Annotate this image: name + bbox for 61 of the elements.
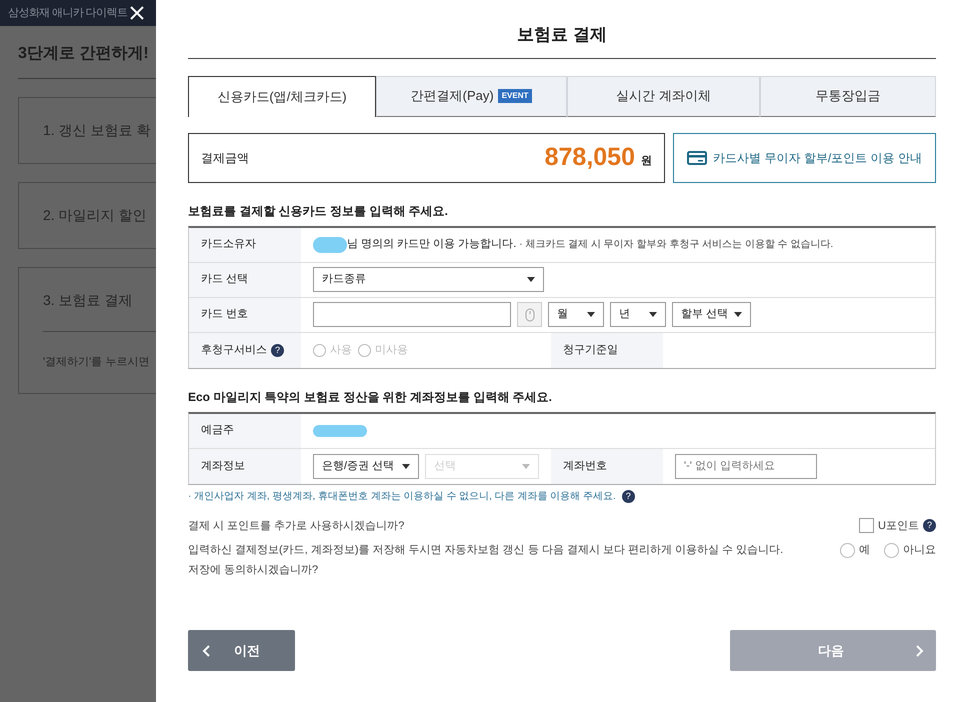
close-icon[interactable] <box>129 5 146 21</box>
field-label: 후청구서비스 <box>201 342 267 358</box>
payment-tab[interactable]: 신용카드(앱/체크카드) <box>188 76 376 116</box>
payment-tab[interactable]: 실시간 계좌이체 <box>567 76 760 116</box>
u-point-option[interactable]: U포인트 <box>859 518 919 534</box>
site-title: 삼성화재 애니카 다이렉트 <box>8 6 128 21</box>
checkbox[interactable] <box>859 518 874 534</box>
step-title: 3. 보험료 결제 <box>43 292 132 308</box>
month-dropdown[interactable]: 월 <box>548 302 604 327</box>
caret-icon <box>649 312 657 317</box>
field-label: 카드 번호 <box>201 307 248 322</box>
installment-info-button[interactable]: 카드사별 무이자 할부/포인트 이용 안내 <box>673 132 936 182</box>
section-heading: 보험료를 결제할 신용카드 정보를 입력해 주세요. <box>188 202 450 220</box>
card-number-input[interactable] <box>313 302 511 327</box>
points-question: 결제 시 포인트를 추가로 사용하시겠습니까? <box>188 518 404 534</box>
radio-button[interactable] <box>840 542 855 558</box>
caret-icon <box>522 464 530 468</box>
currency-unit: 원 <box>641 154 652 170</box>
field-label: 계좌정보 <box>201 458 245 474</box>
step-title: 2. 마일리지 할인 <box>43 207 146 223</box>
radio-option[interactable]: 예 <box>840 542 870 558</box>
card-type-dropdown[interactable]: 카드종류 <box>313 267 544 292</box>
owner-note: · 체크카드 결제 시 무이자 할부와 후청구 서비스는 이용할 수 없습니다. <box>519 238 834 252</box>
consent-question: 저장에 동의하시겠습니까? <box>188 562 320 578</box>
amount-value: 878,050 <box>544 142 635 173</box>
payment-tab[interactable]: 간편결제(Pay) EVENT <box>376 76 567 116</box>
bank-dropdown[interactable]: 은행/증권 선택 <box>313 454 419 478</box>
field-label: 카드 선택 <box>201 272 248 288</box>
help-icon: ? <box>271 344 284 356</box>
account-number-input[interactable]: '-' 없이 입력하세요 <box>675 454 817 478</box>
help-icon: ? <box>923 519 936 532</box>
event-badge: EVENT <box>498 89 532 103</box>
redaction-mark <box>313 424 367 436</box>
card-icon <box>687 150 708 164</box>
redaction-mark <box>313 236 347 252</box>
field-label: 카드소유자 <box>201 237 256 252</box>
modal-title: 보험료 결제 <box>188 22 936 58</box>
installment-dropdown[interactable]: 할부 선택 <box>672 302 752 327</box>
owner-text: 님 명의의 카드만 이용 가능합니다. <box>347 237 516 252</box>
section-heading: Eco 마일리지 특약의 보험료 정산을 위한 계좌정보를 입력해 주세요. <box>188 388 554 406</box>
caret-icon <box>587 312 595 317</box>
mouse-icon <box>517 302 542 327</box>
radio-option[interactable]: 아니요 <box>884 542 936 558</box>
payment-tab[interactable]: 무통장입금 <box>760 76 936 116</box>
field-label: 청구기준일 <box>563 342 618 358</box>
caret-icon <box>402 464 410 468</box>
amount-label: 결제금액 <box>201 150 249 166</box>
caret-icon <box>527 277 535 282</box>
year-dropdown[interactable]: 년 <box>610 302 666 327</box>
help-icon: ? <box>622 490 635 502</box>
field-label: 계좌번호 <box>563 458 607 474</box>
chevron-left-icon <box>202 644 210 656</box>
account-notice: · 개인사업자 계좌, 평생계좌, 휴대폰번호 계좌는 이용하실 수 없으니, 다른 계좌를 이용해 주세요. <box>188 490 616 504</box>
caret-icon <box>734 312 742 317</box>
field-label: 예금주 <box>201 423 234 438</box>
step-title: 1. 갱신 보험료 확 <box>43 122 150 138</box>
consent-text: 입력하신 결제정보(카드, 계좌정보)를 저장해 두시면 자동차보험 갱신 등 다음 결제시 보다 편리하게 이용하실 수 있습니다. <box>188 543 784 558</box>
previous-button[interactable]: 이전 <box>188 630 295 671</box>
radio-button[interactable] <box>884 542 899 558</box>
step-note: '결제하기'를 누르시면 <box>43 356 150 368</box>
chevron-right-icon <box>916 644 924 656</box>
